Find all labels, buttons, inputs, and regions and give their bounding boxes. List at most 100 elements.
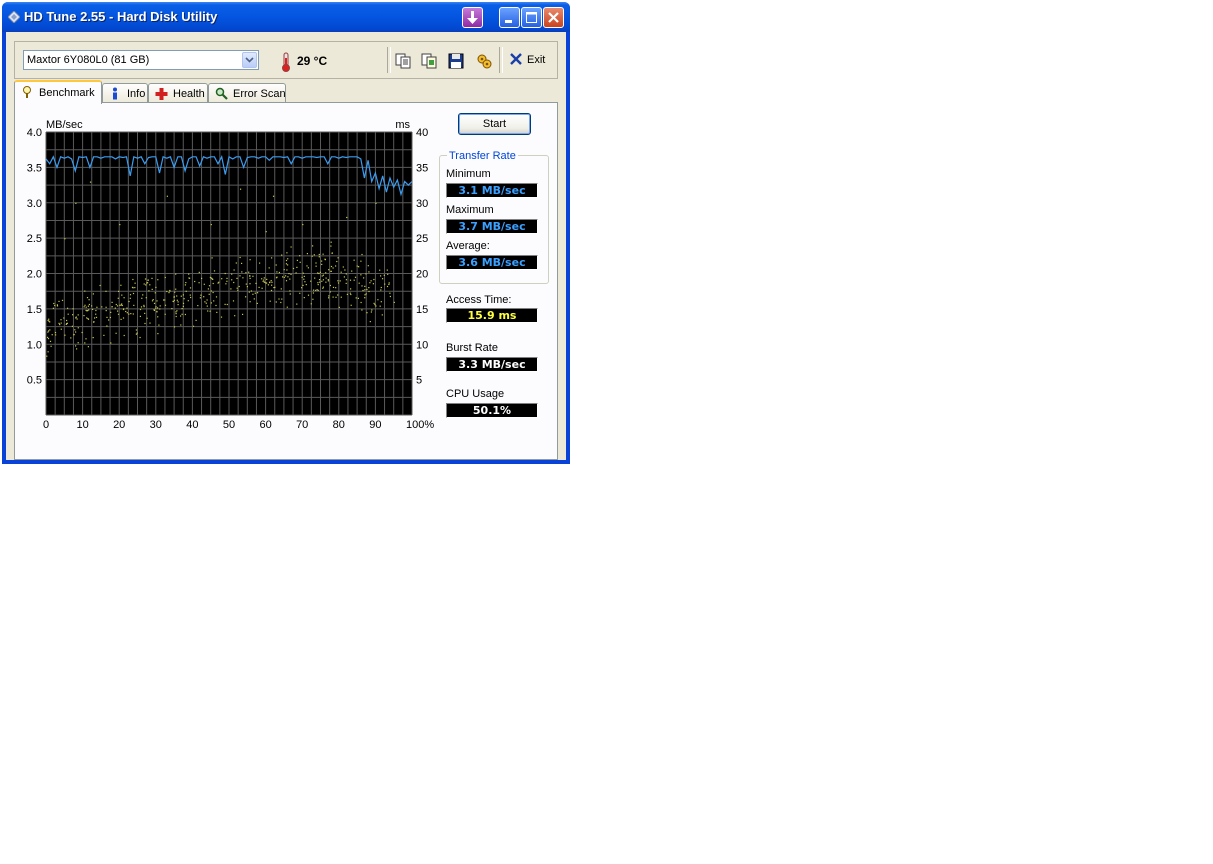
access-time-point [180,295,182,297]
minimize-button[interactable] [499,7,520,28]
access-time-point [60,328,62,330]
access-time-point [332,286,335,288]
maximize-button[interactable] [521,7,542,28]
access-time-point [182,302,185,304]
access-time-point [321,275,323,277]
access-time-point [301,276,303,278]
access-time-point [238,285,240,288]
access-time-point [47,351,49,353]
access-time-point [327,279,329,281]
access-time-point [271,257,273,259]
access-time-point [135,333,137,335]
access-time-point [103,334,105,336]
access-time-point [340,271,342,273]
access-time-point [187,300,189,302]
access-time-point [380,301,382,303]
access-time-point [305,284,307,286]
access-time-point [88,303,90,306]
access-time-point [374,304,376,306]
access-time-point [346,293,348,295]
access-time-point [265,282,267,284]
access-time-point [365,273,367,275]
access-time-point [134,287,136,289]
access-time-point [236,277,238,279]
title-bar[interactable]: HD Tune 2.55 - Hard Disk Utility [2,2,570,32]
access-time-point [71,325,73,327]
access-time-point [128,300,130,303]
access-time-point [163,299,165,301]
access-time-point [175,288,177,290]
access-time-point [83,306,85,308]
access-time-point [322,287,324,289]
access-time-point [330,241,332,243]
y-left-tick-label: 1.0 [27,339,42,351]
access-time-point [66,319,68,322]
access-time-point [241,262,243,264]
access-time-point [361,285,363,287]
access-time-point [311,255,313,257]
access-time-point [322,286,324,288]
access-time-point [52,307,54,309]
access-time-point [331,252,333,254]
y-right-tick-label: 25 [416,233,428,245]
cpu-usage-value: 50.1% [446,403,538,418]
access-time-point [380,289,382,291]
x-tick-label: 100% [406,419,434,431]
access-time-point [155,306,157,308]
access-time-point [373,302,375,304]
x-tick-label: 40 [186,419,198,431]
access-time-point [364,285,366,287]
access-time-point [216,311,218,313]
access-time-point [329,291,331,293]
access-time-point [224,303,226,305]
access-time-point [218,281,220,283]
access-time-point [237,289,239,291]
access-time-point [210,223,212,226]
access-time-point [72,308,74,310]
start-button[interactable]: Start [458,113,531,135]
access-time-point [157,316,159,318]
access-time-point [94,317,96,319]
access-time-point [364,289,366,291]
access-time-point [225,283,227,285]
access-time-point [270,280,272,282]
access-time-point [332,296,334,298]
access-time-point [175,311,177,313]
access-time-point [271,281,273,283]
access-time-point [139,336,141,339]
access-time-point [312,298,314,300]
access-time-point [175,313,177,315]
close-button[interactable] [543,7,564,28]
access-time-point [276,271,278,273]
access-time-point [302,223,304,226]
x-tick-label: 30 [150,419,162,431]
access-time-point [106,316,108,318]
access-time-point [144,312,146,314]
access-time-point [232,300,235,302]
access-time-point [329,284,331,287]
access-time-point [325,272,327,274]
access-time-point [384,283,386,285]
access-time-point [166,195,168,197]
access-time-point [50,345,52,347]
access-time-point [117,313,120,315]
access-time-point [143,304,145,306]
access-time-point [288,273,290,275]
access-time-point [213,270,216,272]
access-time-point [263,281,265,283]
access-time-point [210,302,212,304]
access-time-point [248,271,250,273]
access-time-point [173,299,175,301]
pin-button[interactable] [462,7,483,28]
access-time-point [234,315,236,317]
access-time-point [338,306,340,308]
access-time-point [287,258,289,260]
access-time-point [105,306,107,308]
access-time-point [307,267,309,269]
tab-benchmark[interactable]: Benchmark [14,80,102,104]
access-time-point [122,308,125,311]
access-time-point [388,282,390,284]
access-time-point [340,296,342,298]
x-tick-label: 60 [259,419,271,431]
access-time-point [386,269,388,271]
